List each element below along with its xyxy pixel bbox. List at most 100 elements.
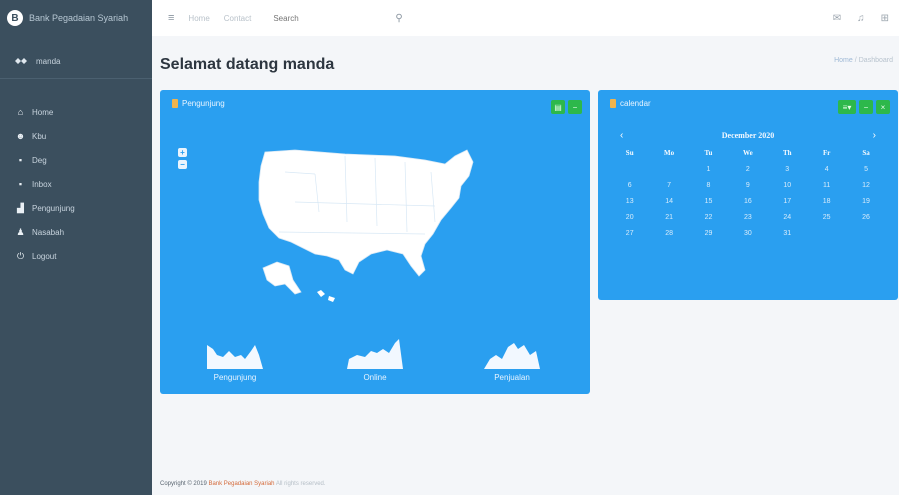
- sidebar-item-logout[interactable]: ⏻ Logout: [0, 244, 152, 268]
- sidebar-item-pengunjung[interactable]: ▟ Pengunjung: [0, 196, 152, 220]
- footer-copyright: Copyright © 2019: [160, 481, 207, 487]
- usa-map[interactable]: [255, 142, 495, 312]
- zoom-in-button[interactable]: +: [178, 148, 187, 157]
- breadcrumb-current: Dashboard: [858, 57, 893, 64]
- calendar-day[interactable]: 24: [768, 214, 807, 221]
- card-icon: ▪: [18, 155, 23, 165]
- sparkline-chart: [484, 343, 540, 369]
- calendar-week: 27 28 29 30 31: [610, 225, 886, 241]
- sparkline-chart: [347, 339, 403, 369]
- calendar-day[interactable]: 20: [610, 214, 649, 221]
- sidebar-item-label: Nasabah: [32, 227, 65, 237]
- calendar-day[interactable]: 17: [768, 198, 807, 205]
- calendar-weekdays: Su Mo Tu We Th Fr Sa: [610, 145, 886, 161]
- calendar-day[interactable]: 8: [689, 182, 728, 189]
- calendar-tool-button[interactable]: ▤: [551, 100, 565, 114]
- calendar-day[interactable]: 23: [728, 214, 767, 221]
- calendar-day[interactable]: 16: [728, 198, 767, 205]
- next-month-button[interactable]: ›: [873, 130, 876, 141]
- calendar-icon: [610, 99, 616, 108]
- calendar-day[interactable]: 31: [768, 230, 807, 237]
- home-icon: ⌂: [17, 107, 24, 117]
- sidebar-item-kbu[interactable]: ☻ Kbu: [0, 124, 152, 148]
- weekday: Th: [782, 149, 792, 157]
- page-title: Selamat datang manda: [160, 56, 335, 73]
- weekday: Tu: [704, 149, 713, 157]
- notifications-icon[interactable]: ♫: [857, 13, 865, 24]
- weekday: We: [743, 149, 753, 157]
- calendar-nav: ‹ December 2020 ›: [620, 130, 876, 141]
- calendar-day[interactable]: 15: [689, 198, 728, 205]
- calendar-day[interactable]: 13: [610, 198, 649, 205]
- calendar-day[interactable]: 22: [689, 214, 728, 221]
- weekday: Fr: [822, 149, 831, 157]
- sparkline-label: Penjualan: [494, 373, 530, 382]
- search-bar: ⚲: [271, 12, 403, 24]
- calendar-week: 6 7 8 9 10 11 12: [610, 177, 886, 193]
- calendar-day[interactable]: 12: [846, 182, 885, 189]
- calendar-day[interactable]: 2: [728, 166, 767, 173]
- breadcrumb-home[interactable]: Home: [834, 57, 853, 64]
- brand[interactable]: B Bank Pegadaian Syariah: [0, 0, 152, 36]
- sidebar-item-home[interactable]: ⌂ Home: [0, 100, 152, 124]
- sparkline-penjualan: Penjualan: [472, 339, 552, 382]
- calendar-day[interactable]: 5: [846, 166, 885, 173]
- collapse-button[interactable]: −: [568, 100, 582, 114]
- calendar-day[interactable]: 19: [846, 198, 885, 205]
- footer: Copyright © 2019 Bank Pegadaian Syariah …: [160, 481, 326, 487]
- calendar-menu-button[interactable]: ≡▾: [838, 100, 856, 114]
- sparkline-label: Online: [363, 373, 387, 382]
- calendar-day[interactable]: 21: [649, 214, 688, 221]
- menu-toggle-icon[interactable]: ≡: [168, 12, 174, 24]
- card-tools: ≡▾ − ×: [838, 100, 890, 114]
- calendar-day[interactable]: 7: [649, 182, 688, 189]
- card-title: Pengunjung: [172, 99, 225, 108]
- visitors-card: Pengunjung ▤ − + − Pengunjung Online Pen…: [160, 90, 590, 394]
- sparkline-pengunjung: Pengunjung: [195, 339, 275, 382]
- sidebar-nav: ⌂ Home ☻ Kbu ▪ Deg ▪ Inbox ▟ Pengunjung …: [0, 100, 152, 268]
- search-icon[interactable]: ⚲: [395, 13, 402, 24]
- top-link-home[interactable]: Home: [188, 14, 209, 23]
- calendar-day[interactable]: 9: [728, 182, 767, 189]
- sparkline-chart: [207, 345, 263, 369]
- calendar-month[interactable]: December 2020: [722, 131, 775, 140]
- user-icon: ♟: [16, 226, 25, 237]
- footer-brand-link[interactable]: Bank Pegadaian Syariah: [208, 481, 274, 487]
- sidebar-item-inbox[interactable]: ▪ Inbox: [0, 172, 152, 196]
- calendar-day[interactable]: 10: [768, 182, 807, 189]
- map-zoom-controls: + −: [178, 148, 187, 169]
- calendar-day[interactable]: 3: [768, 166, 807, 173]
- sidebar-item-deg[interactable]: ▪ Deg: [0, 148, 152, 172]
- sidebar: B Bank Pegadaian Syariah manda ⌂ Home ☻ …: [0, 0, 152, 495]
- prev-month-button[interactable]: ‹: [620, 130, 623, 141]
- sidebar-item-label: Pengunjung: [32, 203, 75, 213]
- calendar-day[interactable]: 4: [807, 166, 846, 173]
- calendar-day[interactable]: 14: [649, 198, 688, 205]
- close-button[interactable]: ×: [876, 100, 890, 114]
- topbar: ≡ Home Contact ⚲ ✉ ♫ ⊞: [152, 0, 899, 36]
- calendar-day[interactable]: 18: [807, 198, 846, 205]
- user-panel[interactable]: manda: [0, 44, 152, 79]
- card-title: calendar: [610, 99, 651, 108]
- sidebar-item-nasabah[interactable]: ♟ Nasabah: [0, 220, 152, 244]
- calendar-day[interactable]: 11: [807, 182, 846, 189]
- grid-icon[interactable]: ⊞: [881, 13, 889, 24]
- zoom-out-button[interactable]: −: [178, 160, 187, 169]
- search-input[interactable]: [271, 12, 396, 24]
- calendar-day[interactable]: 29: [689, 230, 728, 237]
- calendar-day[interactable]: 1: [689, 166, 728, 173]
- visitors-card-title: Pengunjung: [182, 99, 225, 108]
- calendar-day[interactable]: 6: [610, 182, 649, 189]
- sidebar-item-label: Inbox: [32, 179, 52, 189]
- top-link-contact[interactable]: Contact: [224, 14, 252, 23]
- calendar-day[interactable]: 25: [807, 214, 846, 221]
- calendar-day[interactable]: 26: [846, 214, 885, 221]
- footer-rights: All rights reserved.: [275, 481, 326, 487]
- calendar-day[interactable]: 30: [728, 230, 767, 237]
- breadcrumb-separator: /: [854, 57, 857, 64]
- collapse-button[interactable]: −: [859, 100, 873, 114]
- calendar-day[interactable]: 27: [610, 230, 649, 237]
- messages-icon[interactable]: ✉: [833, 13, 841, 24]
- users-icon: ☻: [15, 131, 26, 141]
- calendar-day[interactable]: 28: [649, 230, 688, 237]
